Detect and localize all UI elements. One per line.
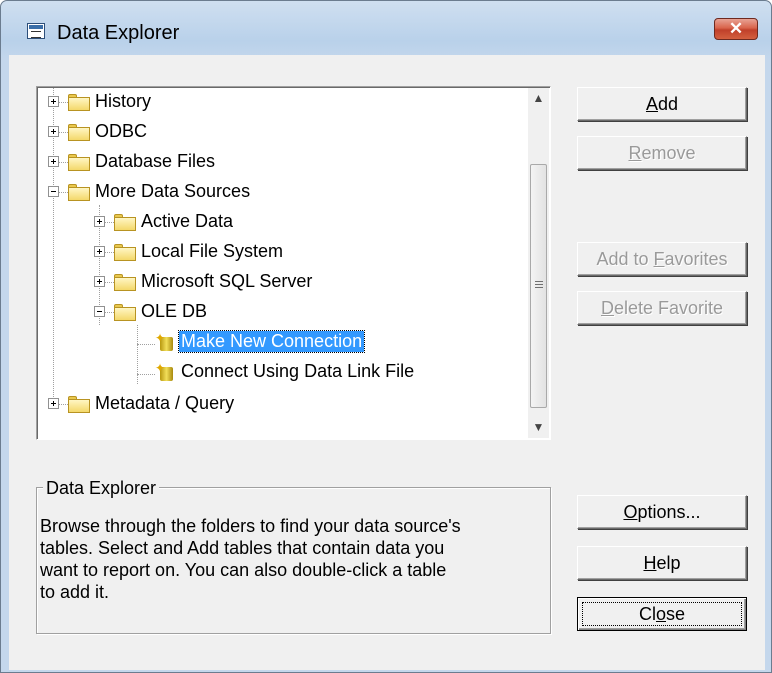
collapse-minus-icon[interactable]: [48, 186, 59, 197]
expand-plus-icon[interactable]: [48, 126, 59, 137]
help-label-post: elp: [656, 553, 681, 573]
options-mnemonic: O: [623, 502, 638, 522]
expand-plus-icon[interactable]: [48, 96, 59, 107]
delete-favorite-mnemonic: D: [600, 298, 614, 318]
add-button[interactable]: Add: [577, 87, 747, 121]
add-to-favorites-label-pre: Add to: [596, 249, 654, 269]
tree-node-label: Metadata / Query: [95, 393, 235, 413]
remove-label-post: emove: [641, 143, 696, 163]
close-mnemonic: o: [655, 604, 666, 624]
expand-plus-icon[interactable]: [94, 276, 105, 287]
remove-mnemonic: R: [628, 143, 642, 163]
data-explorer-window: Data Explorer ✕ History ODBC Database Fi…: [0, 0, 772, 673]
delete-favorite-button[interactable]: Delete Favorite: [577, 291, 747, 325]
info-line: tables. Select and Add tables that conta…: [40, 538, 445, 558]
info-groupbox-title: Data Explorer: [43, 477, 160, 499]
folder-icon: [114, 244, 136, 261]
folder-icon: [114, 214, 136, 231]
tree-node-label-selected: Make New Connection: [177, 330, 366, 353]
add-label-post: dd: [657, 94, 679, 114]
help-button[interactable]: Help: [577, 546, 747, 580]
close-label-post: se: [666, 604, 686, 624]
folder-icon: [114, 274, 136, 291]
window-title: Data Explorer: [57, 22, 180, 44]
title-bar[interactable]: Data Explorer ✕: [1, 1, 771, 45]
add-to-favorites-button[interactable]: Add to Favorites: [577, 242, 747, 276]
folder-icon: [68, 154, 90, 171]
tree-node-label: History: [95, 91, 152, 111]
tree-node-label: Local File System: [141, 241, 284, 261]
tree-vertical-scrollbar[interactable]: ▲ ▼: [528, 88, 549, 438]
scroll-down-arrow-icon[interactable]: ▼: [528, 417, 549, 438]
expand-plus-icon[interactable]: [48, 398, 59, 409]
app-window-icon: [27, 23, 45, 39]
database-connection-icon: ✦: [155, 332, 175, 352]
add-to-favorites-label-post: avorites: [664, 249, 728, 269]
tree-node-label: Microsoft SQL Server: [141, 271, 313, 291]
add-mnemonic: A: [645, 94, 658, 114]
folder-icon: [68, 124, 90, 141]
tree-node-label: Database Files: [95, 151, 216, 171]
delete-favorite-label-post: elete Favorite: [613, 298, 724, 318]
info-description: Browse through the folders to find your …: [40, 515, 540, 603]
expand-plus-icon[interactable]: [94, 246, 105, 257]
info-line: Browse through the folders to find your …: [40, 516, 461, 536]
help-mnemonic: H: [643, 553, 657, 573]
close-label-pre: Cl: [638, 604, 656, 624]
info-line: to add it.: [40, 582, 110, 602]
tree-node-label: OLE DB: [141, 301, 208, 321]
close-button[interactable]: Close: [577, 597, 747, 631]
tree-node-label: Connect Using Data Link File: [181, 361, 415, 381]
tree-content: History ODBC Database Files More Data So…: [38, 88, 528, 438]
folder-icon: [68, 94, 90, 111]
scroll-up-arrow-icon[interactable]: ▲: [528, 88, 549, 109]
close-window-button[interactable]: ✕: [714, 18, 758, 40]
folder-icon: [68, 396, 90, 413]
folder-icon: [68, 184, 90, 201]
tree-node-label: ODBC: [95, 121, 148, 141]
dialog-client-area: History ODBC Database Files More Data So…: [9, 55, 765, 670]
database-connection-icon: ✦: [155, 362, 175, 382]
tree-node-label: Active Data: [141, 211, 234, 231]
folder-icon: [114, 304, 136, 321]
add-to-favorites-mnemonic: F: [653, 249, 665, 269]
expand-plus-icon[interactable]: [48, 156, 59, 167]
expand-plus-icon[interactable]: [94, 216, 105, 227]
data-source-tree[interactable]: History ODBC Database Files More Data So…: [36, 86, 551, 440]
collapse-minus-icon[interactable]: [94, 306, 105, 317]
options-button[interactable]: Options...: [577, 495, 747, 529]
tree-node-label: More Data Sources: [95, 181, 251, 201]
grip-icon: [535, 281, 543, 289]
options-label-post: ptions...: [637, 502, 701, 522]
remove-button[interactable]: Remove: [577, 136, 747, 170]
info-line: want to report on. You can also double-c…: [40, 560, 447, 580]
scrollbar-thumb[interactable]: [530, 164, 547, 408]
